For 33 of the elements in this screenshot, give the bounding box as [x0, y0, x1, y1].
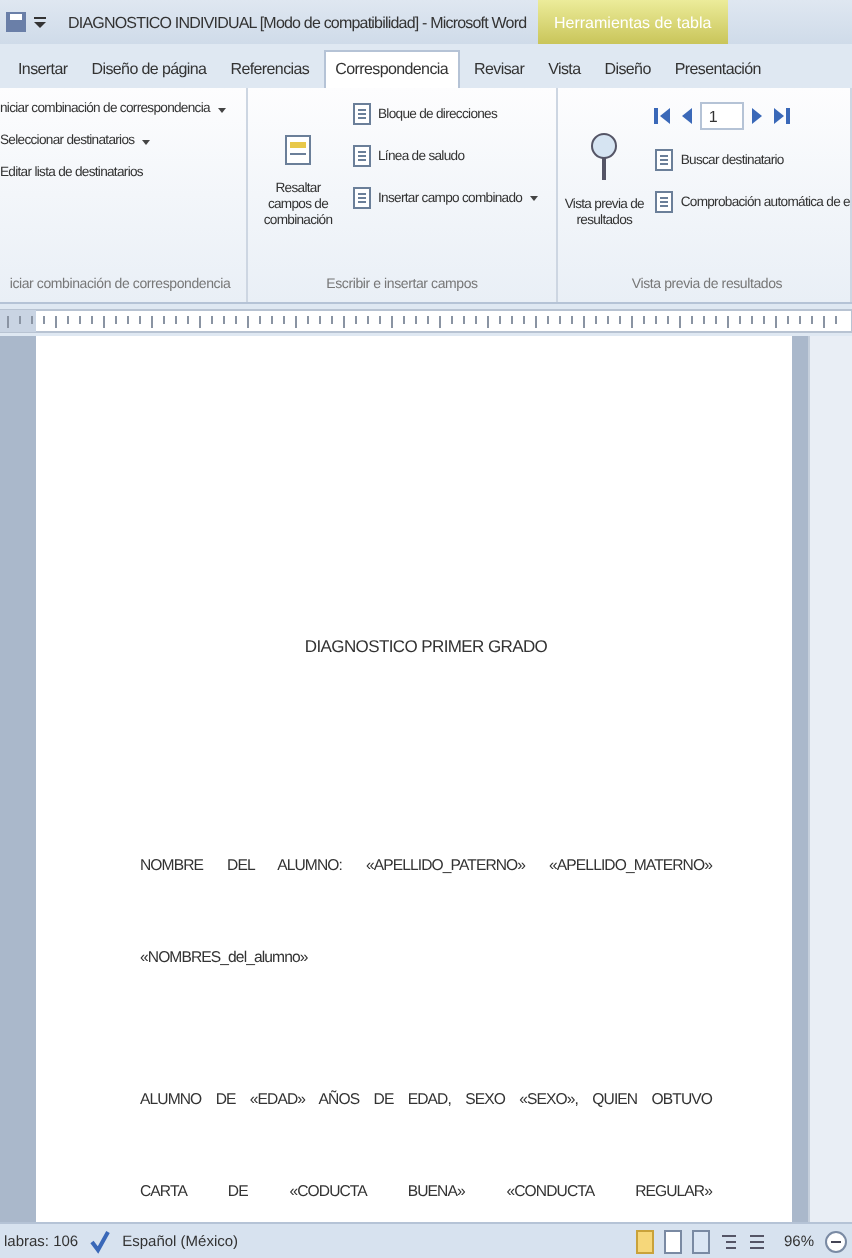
next-record-icon[interactable]	[750, 106, 767, 126]
ribbon-tab[interactable]: Referencias	[220, 60, 320, 88]
document-icon	[652, 190, 677, 214]
save-icon[interactable]	[4, 10, 28, 34]
document-icon	[350, 144, 374, 168]
dropdown-caret-icon[interactable]	[140, 135, 153, 147]
dropdown-caret-icon[interactable]	[528, 192, 541, 204]
draft-view-icon[interactable]	[747, 1229, 766, 1253]
ribbon-tab[interactable]: Vista	[538, 60, 591, 88]
outline-view-icon[interactable]	[719, 1229, 738, 1253]
magnifier-icon	[586, 129, 623, 182]
dropdown-caret-icon[interactable]	[215, 103, 228, 115]
last-record-icon[interactable]	[772, 106, 793, 126]
ribbon-tab[interactable]: Insertar	[8, 60, 78, 88]
previous-record-icon[interactable]	[678, 106, 695, 126]
ribbon-tab[interactable]: Revisar	[464, 60, 535, 88]
ribbon-tab[interactable]: Presentación	[664, 60, 771, 88]
spelling-check-icon[interactable]	[88, 1229, 113, 1253]
vertical-scrollbar[interactable]	[808, 336, 852, 1222]
document-icon	[350, 186, 374, 210]
record-number-field[interactable]: 1	[700, 102, 745, 130]
first-record-icon[interactable]	[652, 106, 673, 126]
ribbon-tab[interactable]: Diseño	[594, 60, 661, 88]
document-heading: DIAGNOSTICO PRIMER GRADO	[302, 636, 550, 656]
document-icon	[284, 133, 312, 166]
document-icon	[350, 102, 374, 126]
zoom-out-icon[interactable]	[824, 1229, 848, 1253]
web-layout-view-icon[interactable]	[691, 1229, 710, 1253]
reading-view-icon[interactable]	[663, 1229, 682, 1253]
document-icon	[652, 148, 677, 172]
contextual-tab-label: Herramientas de tabla	[538, 0, 728, 44]
ribbon-tab[interactable]: Correspondencia	[323, 50, 461, 88]
ribbon-tab[interactable]: Diseño de página	[81, 60, 217, 88]
